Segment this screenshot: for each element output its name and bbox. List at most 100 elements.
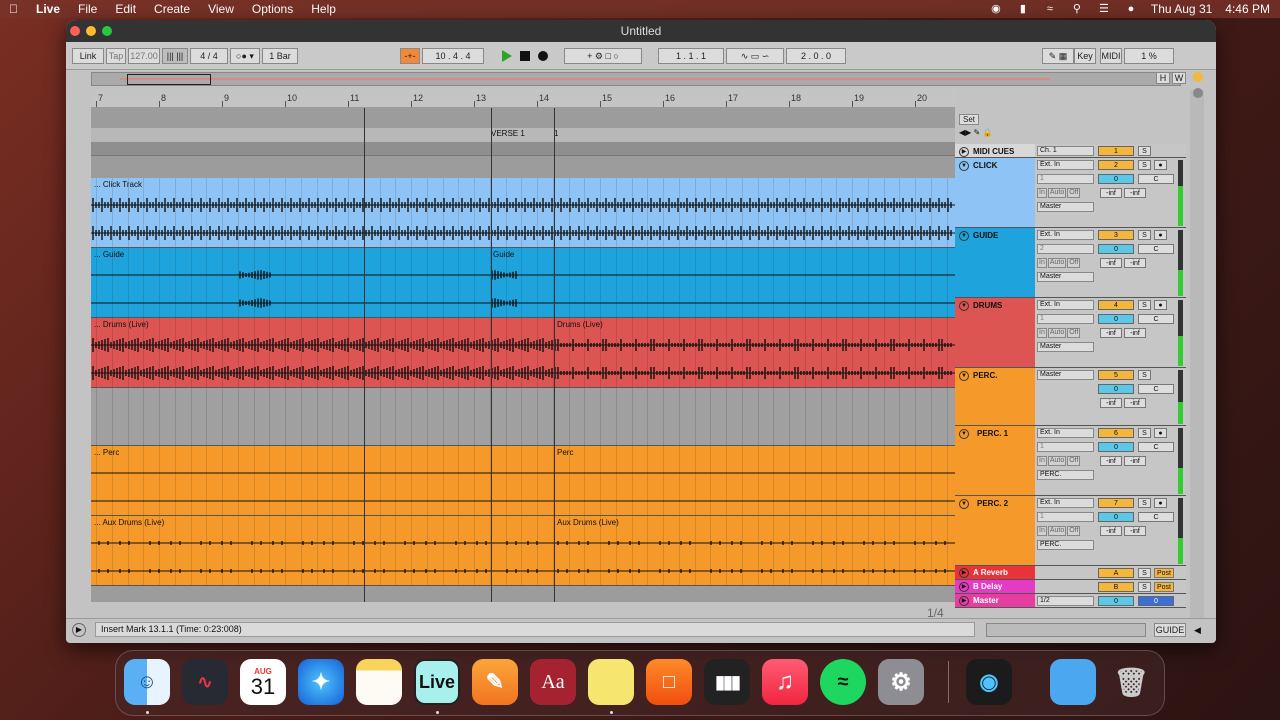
pan-field[interactable]: C	[1138, 442, 1174, 452]
input-channel-select[interactable]: 1	[1037, 314, 1094, 324]
return-name[interactable]: A Reverb	[973, 568, 1008, 577]
track-activator[interactable]: 2	[1098, 160, 1134, 170]
monitor-off-button[interactable]: Off	[1067, 188, 1081, 198]
clip-name[interactable]: Aux Drums (Live)	[557, 518, 619, 527]
time-signature-field[interactable]: 4 / 4	[190, 48, 228, 64]
input-channel-select[interactable]: 2	[1037, 244, 1094, 254]
solo-button[interactable]: S	[1138, 370, 1151, 380]
arm-button[interactable]: ●	[1154, 428, 1167, 438]
menu-edit[interactable]: Edit	[106, 0, 145, 18]
automation-buttons[interactable]: + ⚙ □ ○	[564, 48, 642, 64]
record-button[interactable]	[538, 51, 548, 61]
peak-right[interactable]: -inf	[1124, 456, 1146, 466]
track-lane-perc-2[interactable]: ... Aux Drums (Live) Aux Drums (Live)	[91, 516, 955, 586]
locator-nav-buttons[interactable]: ◀▶ ✎ 🔒	[959, 128, 1039, 138]
monitor-auto-button[interactable]: Auto	[1047, 258, 1067, 268]
monitor-off-button[interactable]: Off	[1067, 526, 1081, 536]
peak-right[interactable]: -inf	[1124, 328, 1146, 338]
siri-icon[interactable]: ●	[1124, 3, 1138, 15]
detail-view-toggle-icon[interactable]: ◀	[1194, 625, 1201, 636]
detail-toggle-icon[interactable]	[1193, 88, 1203, 98]
volume-field[interactable]: 0	[1098, 314, 1134, 324]
cue-ratio-select[interactable]: 1/2	[1037, 596, 1094, 606]
input-type-select[interactable]: Ext. In	[1037, 428, 1094, 438]
spotlight-search-icon[interactable]: ⚲	[1070, 3, 1084, 15]
track-lane-perc-1[interactable]: ... Perc Perc	[91, 446, 955, 516]
track-activator[interactable]: 3	[1098, 230, 1134, 240]
arm-button[interactable]: ●	[1154, 160, 1167, 170]
midi-map-button[interactable]: MIDI	[1100, 48, 1122, 64]
show-hide-h-button[interactable]: H	[1156, 72, 1170, 84]
track-name[interactable]: CLICK	[973, 161, 997, 170]
menu-live[interactable]: Live	[27, 0, 69, 18]
info-view-toggle-icon[interactable]: ▶	[72, 623, 86, 637]
fold-track-icon[interactable]: ▼	[959, 301, 969, 311]
return-header-master[interactable]: ▶ Master	[955, 594, 1035, 608]
track-header-guide[interactable]: ▼ GUIDE	[955, 228, 1035, 298]
safari-icon[interactable]: ✦	[298, 659, 344, 705]
apple-menu-icon[interactable]: 	[0, 0, 27, 18]
master-volume-field[interactable]: 0	[1138, 596, 1174, 606]
track-lane-click[interactable]: ... Click Track	[91, 178, 955, 248]
fold-track-icon[interactable]: ▶	[959, 582, 969, 592]
arrangement-position-field[interactable]: 10 . 4 . 4	[422, 48, 484, 64]
volume-field[interactable]: 0	[1098, 442, 1134, 452]
track-name[interactable]: PERC. 1	[977, 429, 1008, 438]
track-activator[interactable]: 7	[1098, 498, 1134, 508]
pages-icon[interactable]: ✎	[472, 659, 518, 705]
solo-button[interactable]: S	[1138, 498, 1151, 508]
loop-switches[interactable]: ∿ ▭ ∽	[726, 48, 784, 64]
pan-field[interactable]: C	[1138, 244, 1174, 254]
track-lane-perc-[interactable]	[91, 388, 955, 446]
arm-button[interactable]: ●	[1154, 300, 1167, 310]
track-activator[interactable]: 6	[1098, 428, 1134, 438]
solo-button[interactable]: S	[1138, 568, 1151, 578]
beat-time-ruler[interactable]: 7 8 9 10 11 12 13 14 15 16 17 18 19 20	[91, 90, 955, 108]
solo-button[interactable]: S	[1138, 146, 1151, 156]
minimize-window-button[interactable]	[86, 26, 96, 36]
input-type-select[interactable]: Ext. In	[1037, 498, 1094, 508]
track-selector[interactable]: GUIDE	[1154, 623, 1186, 637]
battery-icon[interactable]: ▮	[1016, 3, 1030, 15]
pan-field[interactable]: C	[1138, 174, 1174, 184]
finder-icon[interactable]: ☺	[124, 659, 170, 705]
set-button[interactable]: Set	[959, 114, 979, 125]
peak-right[interactable]: -inf	[1124, 398, 1146, 408]
track-header-midi-cues[interactable]: ▶ MIDI CUES	[955, 144, 1035, 158]
music-icon[interactable]: ♫	[762, 659, 808, 705]
stop-button[interactable]	[520, 51, 530, 61]
clip-name[interactable]: ... Aux Drums (Live)	[94, 518, 164, 527]
keynote-icon[interactable]: □	[646, 659, 692, 705]
fold-track-icon[interactable]: ▼	[959, 499, 969, 509]
play-button[interactable]	[502, 50, 512, 62]
tempo-field[interactable]: 127.00	[128, 48, 160, 64]
output-select[interactable]: PERC.	[1037, 540, 1094, 550]
output-select[interactable]: Master	[1037, 202, 1094, 212]
track-header-drums[interactable]: ▼ DRUMS	[955, 298, 1035, 368]
zoom-window-button[interactable]	[102, 26, 112, 36]
solo-button[interactable]: S	[1138, 160, 1151, 170]
system-settings-icon[interactable]: ⚙	[878, 659, 924, 705]
clip-overview-strip[interactable]	[986, 623, 1146, 637]
clip-name[interactable]: ... Guide	[94, 250, 124, 259]
menubar-time[interactable]: 4:46 PM	[1225, 2, 1270, 16]
track-header-perc-2[interactable]: ▼ PERC. 2	[955, 496, 1035, 566]
input-channel-select[interactable]: 1	[1037, 174, 1094, 184]
monitor-in-button[interactable]: In	[1037, 258, 1047, 268]
trash-icon[interactable]: 🗑	[1108, 659, 1154, 705]
spotify-icon[interactable]: ≈	[820, 659, 866, 705]
clip-name[interactable]: Guide	[493, 250, 514, 259]
monitor-switch[interactable]: In Auto Off	[1037, 456, 1081, 466]
return-header-b-delay[interactable]: ▶ B Delay	[955, 580, 1035, 594]
post-button[interactable]: Post	[1154, 568, 1174, 578]
return-header-a-reverb[interactable]: ▶ A Reverb	[955, 566, 1035, 580]
return-activator[interactable]: 0	[1098, 596, 1134, 606]
input-type-select[interactable]: Ch. 1	[1037, 146, 1094, 156]
fold-track-icon[interactable]: ▼	[959, 371, 969, 381]
loop-length-field[interactable]: 2 . 0 . 0	[786, 48, 846, 64]
menu-file[interactable]: File	[69, 0, 106, 18]
follow-button[interactable]: -+-	[400, 48, 420, 64]
monitor-switch[interactable]: In Auto Off	[1037, 188, 1081, 198]
pan-field[interactable]: C	[1138, 384, 1174, 394]
peak-left[interactable]: -inf	[1100, 328, 1122, 338]
